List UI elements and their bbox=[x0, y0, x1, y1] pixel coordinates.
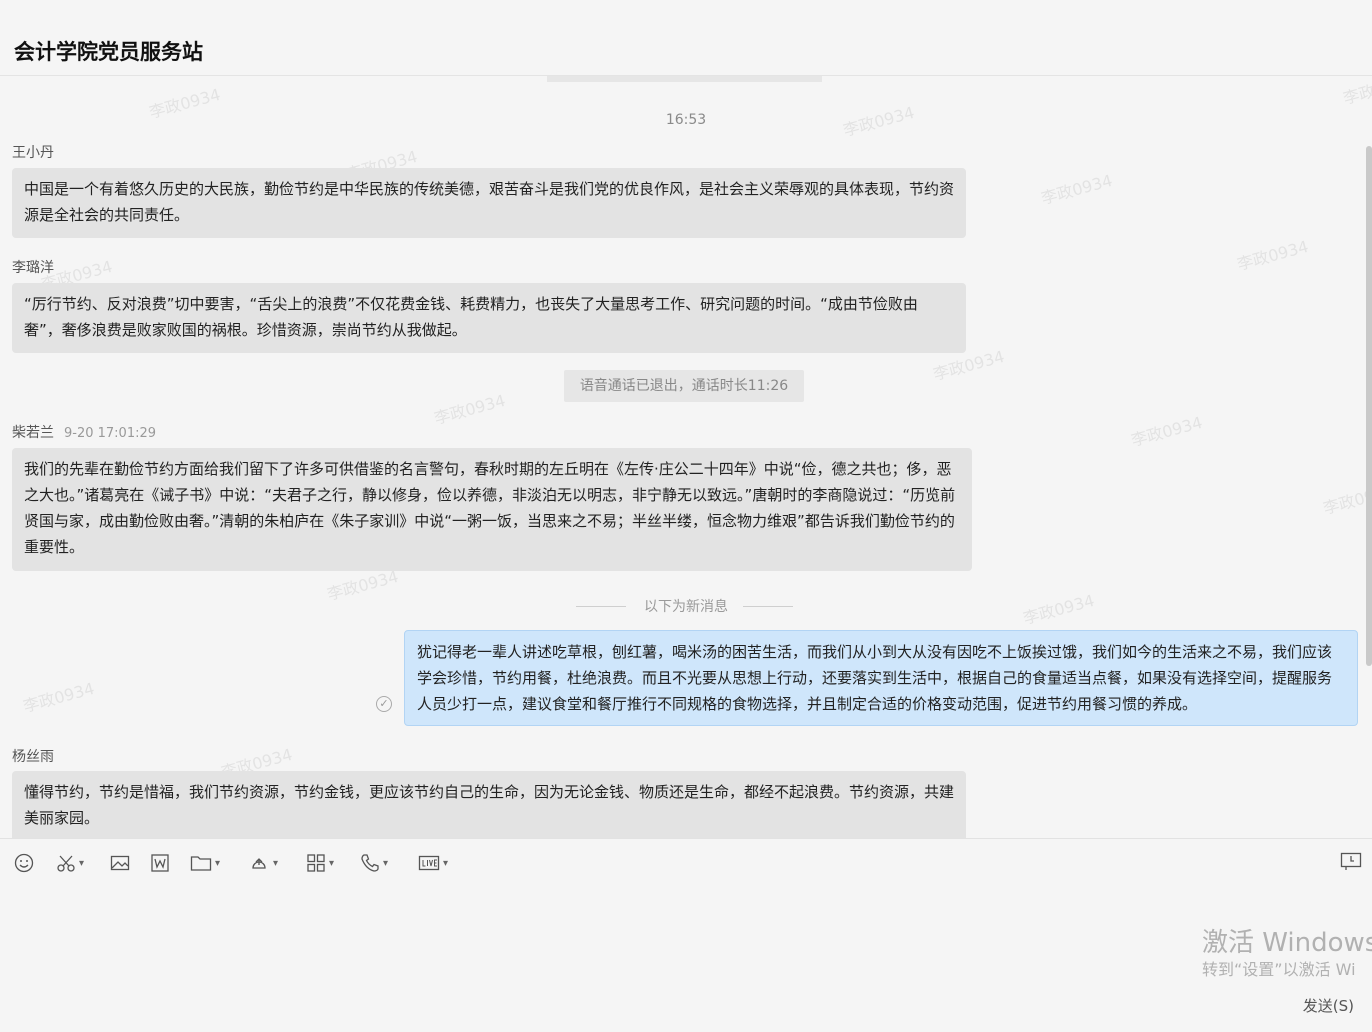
word-doc-icon bbox=[151, 854, 169, 872]
emoji-button[interactable] bbox=[14, 851, 34, 875]
chevron-down-icon: ▾ bbox=[215, 857, 221, 869]
send-button[interactable]: 发送(S) bbox=[1303, 995, 1354, 1016]
watermark: 李政0934 bbox=[1235, 236, 1311, 275]
time-label: 16:53 bbox=[665, 112, 707, 128]
call-button[interactable]: ▾ bbox=[360, 851, 388, 875]
loading-bar bbox=[547, 76, 822, 82]
sender-name[interactable]: 李璐洋 bbox=[12, 257, 54, 277]
watermark: 李政0934 bbox=[1039, 170, 1115, 209]
apps-icon bbox=[307, 854, 325, 872]
read-status-icon: ✓ bbox=[376, 696, 392, 712]
watermark: 李政0934 bbox=[1321, 480, 1372, 519]
chat-header: 会计学院党员服务站 bbox=[0, 0, 1372, 76]
phone-icon bbox=[361, 854, 379, 872]
divider-line bbox=[743, 606, 793, 607]
watermark: 李政0934 bbox=[1341, 76, 1372, 109]
document-button[interactable] bbox=[150, 851, 170, 875]
watermark: 李政0934 bbox=[21, 678, 97, 717]
windows-activation-watermark: 激活 Windows 转到“设置”以激活 Wi bbox=[1202, 927, 1372, 981]
message-timestamp: 9-20 17:01:29 bbox=[64, 426, 157, 441]
image-button[interactable] bbox=[110, 851, 130, 875]
message-history-icon bbox=[1340, 852, 1362, 870]
live-button[interactable]: ▾ bbox=[418, 851, 448, 875]
file-button[interactable]: ▾ bbox=[190, 851, 220, 875]
scissors-icon bbox=[57, 855, 75, 872]
message-bubble[interactable]: “厉行节约、反对浪费”切中要害，“舌尖上的浪费”不仅花费金钱、耗费精力，也丧失了… bbox=[12, 283, 966, 353]
activation-hint: 转到“设置”以激活 Wi bbox=[1202, 960, 1356, 979]
message-bubble[interactable]: 我们的先辈在勤俭节约方面给我们留下了许多可供借鉴的名言警句，春秋时期的左丘明在《… bbox=[12, 448, 972, 571]
activation-title: 激活 Windows bbox=[1202, 928, 1372, 958]
chat-title: 会计学院党员服务站 bbox=[14, 40, 203, 64]
screen-share-icon bbox=[252, 858, 266, 869]
my-message-bubble[interactable]: 犹记得老一辈人讲述吃草根，刨红薯，喝米汤的困苦生活，而我们从小到大从没有因吃不上… bbox=[404, 630, 1358, 726]
chevron-down-icon: ▾ bbox=[79, 857, 85, 869]
divider-line bbox=[576, 606, 626, 607]
live-icon bbox=[418, 855, 440, 871]
system-notice: 语音通话已退出，通话时长11:26 bbox=[564, 370, 804, 402]
chat-history-button[interactable] bbox=[1340, 851, 1362, 875]
screenshot-button[interactable]: ▾ bbox=[56, 851, 84, 875]
image-icon bbox=[110, 855, 130, 871]
chevron-down-icon: ▾ bbox=[383, 857, 389, 869]
chat-scrollbar[interactable] bbox=[1366, 146, 1372, 666]
emoji-icon bbox=[14, 853, 34, 873]
sender-name[interactable]: 杨丝雨 bbox=[12, 746, 54, 766]
folder-icon bbox=[190, 856, 212, 871]
sender-name[interactable]: 王小丹 bbox=[12, 142, 54, 162]
message-bubble[interactable]: 懂得节约，节约是惜福，我们节约资源，节约金钱，更应该节约自己的生命，因为无论金钱… bbox=[12, 771, 966, 838]
sender-label: 柴若兰 bbox=[12, 425, 54, 441]
chevron-down-icon: ▾ bbox=[273, 857, 279, 869]
watermark: 李政0934 bbox=[1129, 412, 1205, 451]
sender-name[interactable]: 柴若兰 9-20 17:01:29 bbox=[12, 422, 156, 442]
watermark: 李政0934 bbox=[432, 390, 508, 429]
new-messages-divider: 以下为新消息 bbox=[0, 596, 1372, 616]
divider-label: 以下为新消息 bbox=[644, 599, 728, 615]
screen-share-button[interactable]: ▾ bbox=[248, 851, 278, 875]
message-bubble[interactable]: 中国是一个有着悠久历史的大民族，勤俭节约是中华民族的传统美德，艰苦奋斗是我们党的… bbox=[12, 168, 966, 238]
message-list[interactable]: 李政0934 李政0934 李政0934 李政0934 李政0934 李政093… bbox=[0, 76, 1372, 838]
chevron-down-icon: ▾ bbox=[443, 857, 449, 869]
input-area[interactable]: ▾ ▾ ▾ ▾ ▾ ▾ 激活 Windows 转到“设置”以激活 Wi 发送(S… bbox=[0, 838, 1372, 1032]
chevron-down-icon: ▾ bbox=[329, 857, 335, 869]
apps-button[interactable]: ▾ bbox=[306, 851, 334, 875]
